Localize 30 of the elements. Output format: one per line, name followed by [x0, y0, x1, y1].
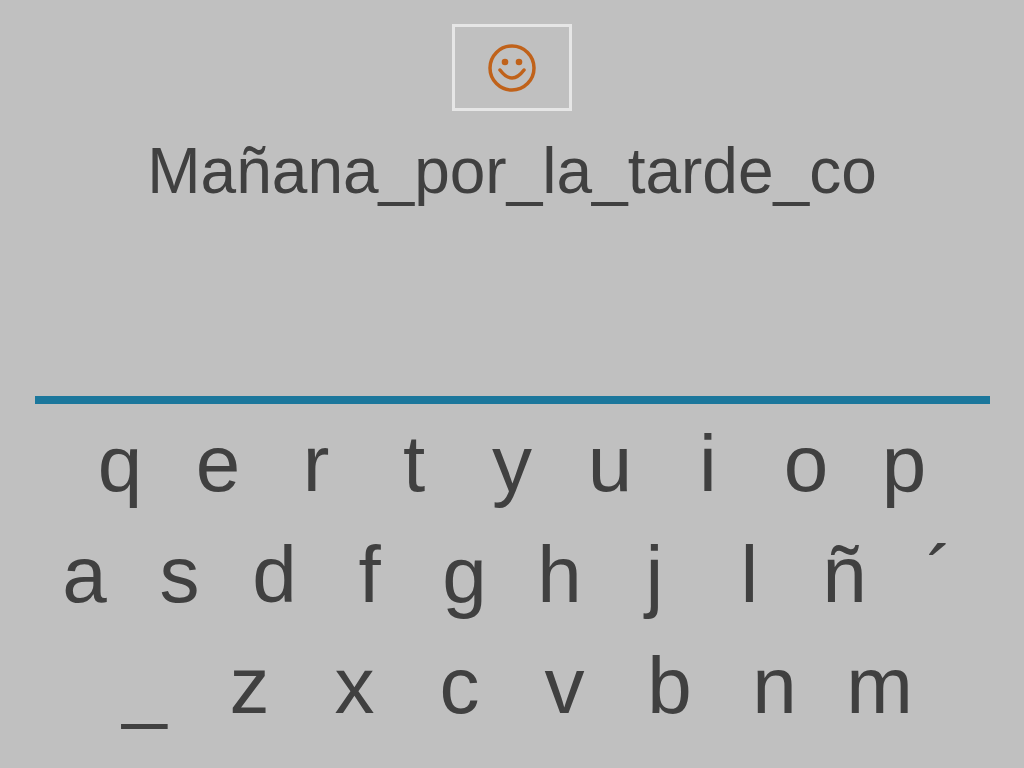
letter-key[interactable]: p — [855, 415, 953, 512]
letter-key[interactable]: h — [512, 526, 607, 623]
letter-key[interactable]: n — [722, 637, 827, 734]
letter-key[interactable]: y — [463, 415, 561, 512]
letter-key[interactable]: u — [561, 415, 659, 512]
letter-key[interactable]: a — [37, 526, 132, 623]
letter-key[interactable]: v — [512, 637, 617, 734]
letter-key[interactable]: o — [757, 415, 855, 512]
letter-key[interactable]: s — [132, 526, 227, 623]
letter-key[interactable]: g — [417, 526, 512, 623]
letter-key[interactable]: q — [71, 415, 169, 512]
smiley-icon — [487, 42, 537, 93]
letter-key[interactable]: r — [267, 415, 365, 512]
letter-key[interactable]: l — [702, 526, 797, 623]
answer-text: Mañana_por_la_tarde_co — [147, 134, 877, 209]
hint-button[interactable] — [452, 24, 572, 111]
letter-key[interactable]: d — [227, 526, 322, 623]
letter-key[interactable]: t — [365, 415, 463, 512]
letter-key[interactable]: m — [827, 637, 932, 734]
letter-key[interactable]: _ — [92, 637, 197, 734]
letter-key[interactable]: x — [302, 637, 407, 734]
letter-key[interactable]: z — [197, 637, 302, 734]
letter-key[interactable]: i — [659, 415, 757, 512]
letter-key[interactable]: j — [607, 526, 702, 623]
letter-key[interactable]: b — [617, 637, 722, 734]
letter-key[interactable]: ñ — [797, 526, 892, 623]
letter-key[interactable]: f — [322, 526, 417, 623]
letter-key[interactable]: e — [169, 415, 267, 512]
letter-key[interactable]: c — [407, 637, 512, 734]
letter-key[interactable]: ´ — [892, 526, 987, 623]
